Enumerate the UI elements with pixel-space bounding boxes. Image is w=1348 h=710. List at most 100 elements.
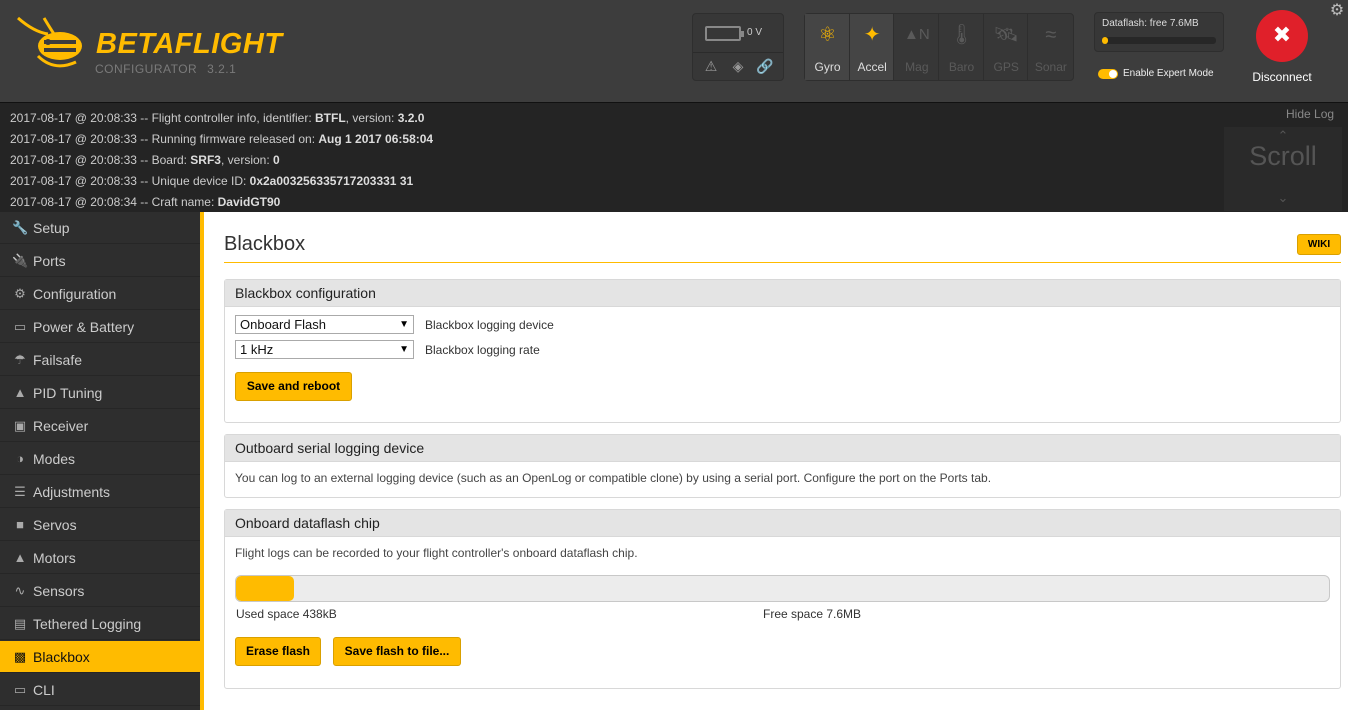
log-lines: 2017-08-17 @ 20:08:33 -- Flight controll… <box>10 108 433 213</box>
mag-icon: ▲N <box>904 26 930 43</box>
battery-icon: ▭ <box>13 319 27 334</box>
version-label: 3.2.1 <box>207 62 237 76</box>
main-content: Blackbox WIKI Blackbox configuration Onb… <box>204 212 1348 710</box>
chevron-down-icon: ⌄ <box>1277 190 1289 205</box>
sidebar-item-sensors[interactable]: ∿ Sensors <box>0 575 200 607</box>
failsafe-icon: ◈ <box>732 58 744 74</box>
wrench-icon: 🔧 <box>12 220 29 235</box>
save-flash-to-file-button[interactable]: Save flash to file... <box>333 637 461 666</box>
log-line: 2017-08-17 @ 20:08:33 -- Board: SRF3, ve… <box>10 153 280 167</box>
disconnect-button[interactable]: ✖ Disconnect <box>1246 10 1318 88</box>
logging-device-label: Blackbox logging device <box>425 318 554 332</box>
expert-mode-label: Enable Expert Mode <box>1123 68 1214 79</box>
dropdown-caret-icon: ▼ <box>399 319 409 330</box>
accel-icon: ✦ <box>863 24 881 46</box>
sidebar-item-pid-tuning[interactable]: ▲ PID Tuning <box>0 377 200 409</box>
logging-rate-label: Blackbox logging rate <box>425 343 540 357</box>
sidebar-item-adjustments[interactable]: ☰ Adjustments <box>0 476 200 508</box>
betaflight-logo: BETAFLIGHT CONFIGURATOR 3.2.1 <box>14 12 294 82</box>
erase-flash-button[interactable]: Erase flash <box>235 637 321 666</box>
sonar-icon: ≈ <box>1045 24 1057 46</box>
expert-mode-toggle[interactable] <box>1098 69 1118 79</box>
plug-icon: 🔌 <box>12 253 29 268</box>
dataflash-description: Flight logs can be recorded to your flig… <box>235 546 638 560</box>
battery-icon <box>705 26 744 41</box>
sidebar-item-receiver[interactable]: ▣ Receiver <box>0 410 200 442</box>
battery-status: 0 V ⚠ ◈ 🔗 <box>692 13 784 81</box>
sidebar-item-servos[interactable]: ■ Servos <box>0 509 200 541</box>
dataflash-usage-bar <box>235 575 1330 602</box>
box-title: Outboard serial logging device <box>225 435 1340 462</box>
box-title: Blackbox configuration <box>225 280 1340 307</box>
dataflash-status: Dataflash: free 7.6MB <box>1094 12 1224 52</box>
log-line: 2017-08-17 @ 20:08:33 -- Unique device I… <box>10 174 414 188</box>
sidebar-item-cli[interactable]: ▭ CLI <box>0 674 200 706</box>
dataflash-bar-fill <box>1102 37 1108 44</box>
sidebar: 🔧 Setup 🔌 Ports ⚙ Configuration ▭ Power & Ba… <box>0 212 200 710</box>
log-line: 2017-08-17 @ 20:08:33 -- Flight controll… <box>10 111 425 125</box>
page-title: Blackbox <box>224 233 306 255</box>
sensor-baro: 🌡 Baro <box>939 14 984 80</box>
pid-icon: ▲ <box>13 385 27 400</box>
sidebar-item-motors[interactable]: ▲ Motors <box>0 542 200 574</box>
sidebar-item-tethered-logging[interactable]: ▤ Tethered Logging <box>0 608 200 640</box>
motor-icon: ▲ <box>13 550 27 565</box>
settings-gear-icon[interactable]: ⚙ <box>1328 2 1346 20</box>
servo-icon: ■ <box>16 517 24 532</box>
gear-icon: ⚙ <box>14 286 26 301</box>
parachute-icon: ☂ <box>14 352 26 367</box>
sidebar-item-configuration[interactable]: ⚙ Configuration <box>0 278 200 310</box>
serial-description: You can log to an external logging devic… <box>235 471 992 485</box>
dataflash-label: Dataflash: free 7.6MB <box>1102 18 1199 29</box>
sensor-gyro: ⚛ Gyro <box>805 14 850 80</box>
log-icon: ▤ <box>13 616 27 631</box>
wiki-button[interactable]: WIKI <box>1297 234 1341 255</box>
blackbox-config-box: Blackbox configuration Onboard Flash ▼ B… <box>224 279 1341 423</box>
logging-device-select[interactable]: Onboard Flash ▼ <box>235 315 414 334</box>
battery-voltage: 0 V <box>747 27 763 38</box>
dropdown-caret-icon: ▼ <box>399 344 409 355</box>
dataflash-bar <box>1102 37 1216 44</box>
sensor-gps: 🛰 GPS <box>984 14 1029 80</box>
free-space-label: Free space 7.6MB <box>763 607 862 621</box>
disconnect-label: Disconnect <box>1252 70 1312 84</box>
warning-icon: ⚠ <box>704 58 718 74</box>
modes-icon: ◑ <box>16 451 24 466</box>
sensor-wave-icon: ∿ <box>14 583 26 598</box>
header: BETAFLIGHT CONFIGURATOR 3.2.1 0 V ⚠ ◈ 🔗 … <box>0 0 1348 102</box>
dataflash-usage-fill <box>236 576 294 601</box>
blackbox-icon: ▩ <box>13 649 27 664</box>
log-scroll[interactable]: ⌃ Scroll ⌄ <box>1224 127 1342 211</box>
sidebar-item-modes[interactable]: ◑ Modes <box>0 443 200 475</box>
bee-logo-icon <box>17 16 82 68</box>
log-line: 2017-08-17 @ 20:08:34 -- Craft name: Dav… <box>10 195 281 209</box>
link-icon: 🔗 <box>756 58 774 74</box>
gps-icon: 🛰 <box>993 24 1019 46</box>
sidebar-item-setup[interactable]: 🔧 Setup <box>0 212 200 244</box>
sensor-mag: ▲N Mag <box>894 14 940 80</box>
sidebar-item-failsafe[interactable]: ☂ Failsafe <box>0 344 200 376</box>
logging-rate-select[interactable]: 1 kHz ▼ <box>235 340 414 359</box>
sensor-status: ⚛ Gyro ✦ Accel ▲N Mag 🌡 Baro 🛰 GPS ≈ Son… <box>804 13 1074 81</box>
sidebar-item-power[interactable]: ▭ Power & Battery <box>0 311 200 343</box>
receiver-icon: ▣ <box>13 418 27 433</box>
box-title: Onboard dataflash chip <box>225 510 1340 537</box>
log-line: 2017-08-17 @ 20:08:33 -- Running firmwar… <box>10 132 434 146</box>
used-space-label: Used space 438kB <box>236 607 337 621</box>
sidebar-item-ports[interactable]: 🔌 Ports <box>0 245 200 277</box>
sliders-icon: ☰ <box>14 484 26 499</box>
dataflash-box: Onboard dataflash chip Flight logs can b… <box>224 509 1341 689</box>
log-panel: 2017-08-17 @ 20:08:33 -- Flight controll… <box>0 102 1348 212</box>
outboard-serial-box: Outboard serial logging device You can l… <box>224 434 1341 498</box>
sensor-accel: ✦ Accel <box>849 14 895 80</box>
logo-sub-text: CONFIGURATOR <box>95 62 198 76</box>
terminal-icon: ▭ <box>13 682 27 697</box>
sidebar-item-blackbox[interactable]: ▩ Blackbox <box>0 641 200 673</box>
hide-log-link[interactable]: Hide Log <box>1286 107 1334 121</box>
save-and-reboot-button[interactable]: Save and reboot <box>235 372 352 401</box>
usb-disconnect-icon: ✖ <box>1272 22 1292 47</box>
sensor-sonar: ≈ Sonar <box>1028 14 1073 80</box>
logo-title: BETAFLIGHT <box>96 28 283 60</box>
logo-subtitle: CONFIGURATOR 3.2.1 <box>95 62 236 76</box>
gyro-icon: ⚛ <box>818 24 837 46</box>
